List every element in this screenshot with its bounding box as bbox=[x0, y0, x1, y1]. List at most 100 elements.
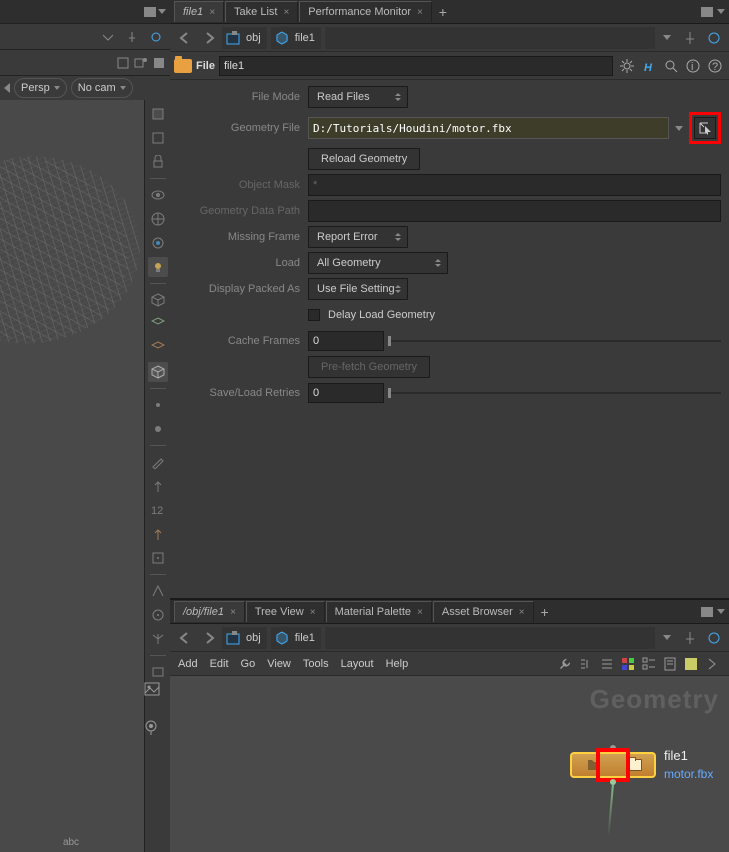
close-icon[interactable]: × bbox=[283, 7, 289, 18]
link-icon[interactable] bbox=[703, 627, 725, 649]
display-opt-target-icon[interactable] bbox=[148, 233, 168, 253]
display-opt-light-icon[interactable] bbox=[148, 257, 168, 277]
marker-uv-icon[interactable] bbox=[148, 524, 168, 544]
pane-menu-icon[interactable] bbox=[158, 9, 166, 14]
gear-icon[interactable] bbox=[617, 56, 637, 76]
display-opt-wire-icon[interactable] bbox=[148, 128, 168, 148]
cube-person-icon[interactable] bbox=[134, 56, 148, 70]
display-opt-eye-icon[interactable] bbox=[148, 185, 168, 205]
close-icon[interactable]: × bbox=[230, 607, 236, 618]
camera-dropdown[interactable]: No cam bbox=[71, 78, 133, 98]
shape-path-icon[interactable] bbox=[148, 581, 168, 601]
pin-icon[interactable] bbox=[679, 627, 701, 649]
menu-edit[interactable]: Edit bbox=[210, 658, 229, 670]
viewport-3d[interactable]: 12 abc bbox=[0, 100, 170, 852]
menu-help[interactable]: Help bbox=[386, 658, 409, 670]
delay-load-checkbox[interactable] bbox=[308, 309, 320, 321]
help-icon[interactable]: ? bbox=[705, 56, 725, 76]
location-pin-icon[interactable] bbox=[144, 720, 166, 736]
display-packed-dropdown[interactable]: Use File Setting bbox=[308, 278, 408, 300]
list-lines-icon[interactable] bbox=[598, 655, 616, 673]
close-icon[interactable]: × bbox=[417, 607, 423, 618]
path-input-extension[interactable] bbox=[325, 627, 655, 649]
path-history-dropdown-icon[interactable] bbox=[663, 635, 671, 640]
marker-prim-icon[interactable] bbox=[148, 548, 168, 568]
image-icon[interactable] bbox=[144, 682, 166, 696]
note-yellow-icon[interactable] bbox=[682, 655, 700, 673]
add-tab-button[interactable]: + bbox=[535, 604, 555, 620]
dropdown-icon[interactable] bbox=[98, 27, 118, 47]
node-input-connector[interactable] bbox=[610, 745, 616, 751]
menu-add[interactable]: Add bbox=[178, 658, 198, 670]
marker-number-icon[interactable] bbox=[148, 419, 168, 439]
tab-take-list[interactable]: Take List × bbox=[225, 1, 298, 22]
pane-menu-icon[interactable] bbox=[717, 609, 725, 614]
cube-icon[interactable] bbox=[116, 56, 130, 70]
info-icon[interactable]: i bbox=[683, 56, 703, 76]
tab-tree-view[interactable]: Tree View × bbox=[246, 601, 325, 622]
close-icon[interactable]: × bbox=[310, 607, 316, 618]
display-geo-select-icon[interactable] bbox=[148, 338, 168, 358]
persp-dropdown[interactable]: Persp bbox=[14, 78, 67, 98]
file-chooser-button[interactable] bbox=[694, 117, 716, 139]
display-opt-lock-icon[interactable] bbox=[148, 152, 168, 172]
menu-view[interactable]: View bbox=[267, 658, 291, 670]
link-icon[interactable] bbox=[146, 27, 166, 47]
tab-performance-monitor[interactable]: Performance Monitor × bbox=[299, 1, 432, 22]
save-retries-input[interactable] bbox=[308, 383, 384, 403]
grid-color-icon[interactable] bbox=[619, 655, 637, 673]
prefetch-button[interactable]: Pre-fetch Geometry bbox=[308, 356, 430, 378]
display-geo-current-icon[interactable] bbox=[148, 362, 168, 382]
path-segment-obj[interactable]: obj bbox=[222, 627, 267, 649]
marker-brush-icon[interactable] bbox=[148, 452, 168, 472]
path-history-dropdown-icon[interactable] bbox=[663, 35, 671, 40]
close-icon[interactable]: × bbox=[209, 7, 215, 18]
panel-icon[interactable] bbox=[152, 56, 166, 70]
list-tree-icon[interactable] bbox=[577, 655, 595, 673]
close-icon[interactable]: × bbox=[519, 607, 525, 618]
houdini-h-icon[interactable]: H bbox=[639, 56, 659, 76]
nav-forward-button[interactable] bbox=[198, 627, 220, 649]
arrow-right-icon[interactable] bbox=[703, 655, 721, 673]
search-icon[interactable] bbox=[661, 56, 681, 76]
maximize-pane-icon[interactable] bbox=[701, 607, 713, 617]
load-dropdown[interactable]: All Geometry bbox=[308, 252, 448, 274]
nav-forward-button[interactable] bbox=[198, 27, 220, 49]
cache-frames-input[interactable] bbox=[308, 331, 384, 351]
nav-back-button[interactable] bbox=[174, 27, 196, 49]
node-name-input[interactable] bbox=[219, 56, 613, 76]
network-canvas[interactable]: Geometry file1 motor.fbx bbox=[170, 676, 729, 852]
wrench-icon[interactable] bbox=[556, 655, 574, 673]
object-mask-input[interactable] bbox=[308, 174, 721, 196]
geometry-file-input[interactable] bbox=[308, 117, 669, 139]
shape-branch-icon[interactable] bbox=[148, 629, 168, 649]
pin-icon[interactable] bbox=[679, 27, 701, 49]
link-icon[interactable] bbox=[703, 27, 725, 49]
cache-frames-slider[interactable] bbox=[388, 335, 721, 347]
display-opt-globe-icon[interactable] bbox=[148, 209, 168, 229]
marker-point-icon[interactable] bbox=[148, 395, 168, 415]
path-segment-obj[interactable]: obj bbox=[222, 27, 267, 49]
display-opt-shaded-icon[interactable] bbox=[148, 104, 168, 124]
clip-near-icon[interactable] bbox=[148, 662, 168, 682]
menu-go[interactable]: Go bbox=[241, 658, 256, 670]
doc-icon[interactable] bbox=[661, 655, 679, 673]
maximize-pane-icon[interactable] bbox=[144, 7, 156, 17]
prev-view-icon[interactable] bbox=[4, 83, 10, 93]
path-input-extension[interactable] bbox=[325, 27, 655, 49]
pane-menu-icon[interactable] bbox=[717, 9, 725, 14]
save-retries-slider[interactable] bbox=[388, 387, 721, 399]
menu-tools[interactable]: Tools bbox=[303, 658, 329, 670]
nav-back-button[interactable] bbox=[174, 627, 196, 649]
display-geo-cube-icon[interactable] bbox=[148, 290, 168, 310]
add-tab-button[interactable]: + bbox=[433, 4, 453, 20]
menu-layout[interactable]: Layout bbox=[341, 658, 374, 670]
file-mode-dropdown[interactable]: Read Files bbox=[308, 86, 408, 108]
path-segment-file1[interactable]: file1 bbox=[271, 627, 321, 649]
marker-12-icon[interactable]: 12 bbox=[148, 500, 168, 520]
reload-geometry-button[interactable]: Reload Geometry bbox=[308, 148, 420, 170]
display-geo-templated-icon[interactable] bbox=[148, 314, 168, 334]
maximize-pane-icon[interactable] bbox=[701, 7, 713, 17]
geo-data-path-input[interactable] bbox=[308, 200, 721, 222]
path-segment-file1[interactable]: file1 bbox=[271, 27, 321, 49]
